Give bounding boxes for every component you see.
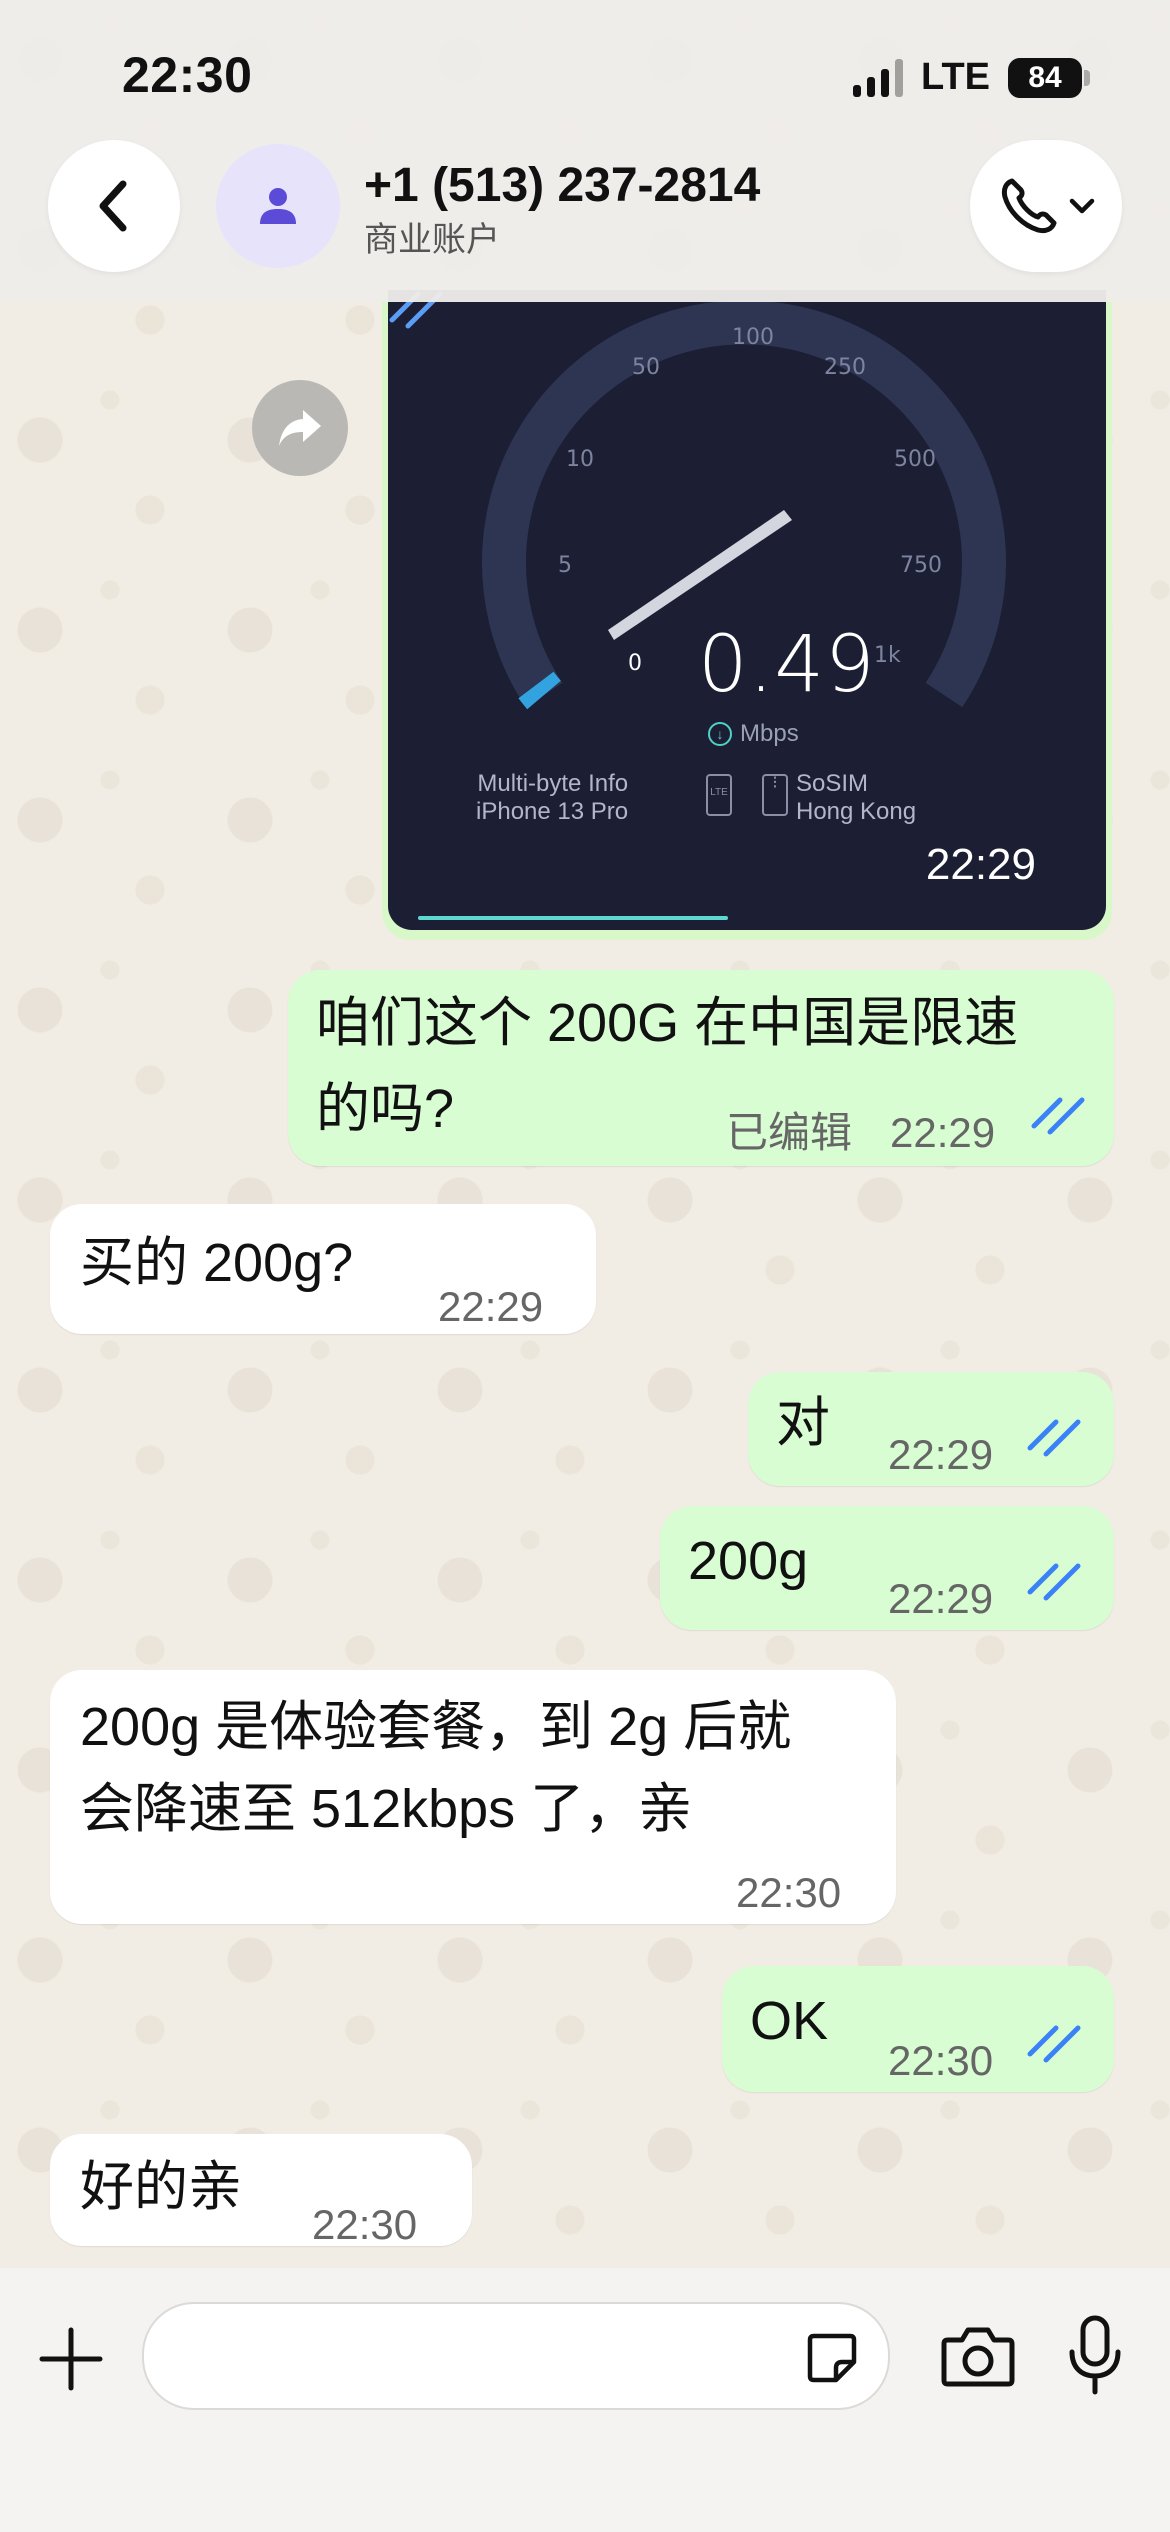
- status-indicators: LTE 84: [853, 56, 1090, 99]
- contact-name[interactable]: +1 (513) 237-2814: [364, 158, 760, 213]
- message-time: 22:30: [736, 1869, 842, 1916]
- message-text: 200g: [688, 1531, 809, 1591]
- message-time: 22:29: [888, 1431, 994, 1478]
- camera-icon[interactable]: [940, 2324, 1016, 2388]
- read-ticks-icon: [1027, 1419, 1081, 1457]
- download-icon: ↓: [708, 722, 732, 746]
- mic-icon[interactable]: [1064, 2314, 1126, 2398]
- device-name: iPhone 13 Pro: [476, 798, 629, 825]
- forward-icon: [279, 410, 321, 446]
- gauge-label-250: 250: [824, 355, 866, 380]
- message-text: 好的亲: [80, 2157, 242, 2217]
- battery-icon: 84: [1008, 57, 1090, 98]
- message-bubble-outgoing[interactable]: 咱们这个 200G 在中国是限速 的吗? 已编辑 22:29: [288, 970, 1114, 1166]
- message-text-line1: 200g 是体验套餐，到 2g 后就: [80, 1697, 792, 1757]
- message-time: 22:29: [888, 1575, 994, 1622]
- image-progress-bar: [418, 916, 728, 920]
- gauge-label-10: 10: [566, 447, 594, 472]
- read-ticks-icon: [1027, 2025, 1081, 2063]
- lte-badge-icon: LTE: [706, 774, 732, 816]
- gauge-label-1k: 1k: [874, 643, 901, 668]
- message-composer: [0, 2268, 1170, 2532]
- read-ticks-icon: [1027, 1563, 1081, 1601]
- server-info: SoSIM Hong Kong: [796, 770, 916, 826]
- message-bubble-outgoing[interactable]: 200g 22:29: [660, 1506, 1114, 1630]
- gauge-label-0: 0: [628, 651, 642, 676]
- message-time: 22:29: [438, 1283, 544, 1330]
- message-input[interactable]: [142, 2302, 890, 2410]
- avatar[interactable]: [216, 144, 340, 268]
- image-message[interactable]: 0 5 10 50 100 250 500 750 1k 0.49 ↓ Mbps…: [382, 290, 1112, 940]
- forward-button[interactable]: [252, 380, 348, 476]
- provider-info: Multi-byte Info iPhone 13 Pro: [476, 770, 628, 826]
- status-time: 22:30: [122, 47, 253, 103]
- message-time: 22:29: [890, 1109, 996, 1156]
- message-time: 22:30: [888, 2037, 994, 2084]
- server-name: SoSIM: [796, 770, 869, 797]
- back-button[interactable]: [48, 140, 180, 272]
- contact-subtitle: 商业账户: [364, 221, 500, 259]
- read-ticks-icon: [1031, 1097, 1085, 1135]
- message-time: 22:29: [925, 840, 1036, 889]
- speed-unit-label: Mbps: [740, 720, 799, 747]
- message-bubble-outgoing[interactable]: OK 22:30: [722, 1966, 1114, 2092]
- speed-value: 0.49: [698, 620, 876, 710]
- gauge-label-500: 500: [894, 447, 936, 472]
- speedtest-screenshot[interactable]: 0 5 10 50 100 250 500 750 1k 0.49 ↓ Mbps…: [388, 290, 1106, 930]
- chevron-down-icon: [1069, 198, 1095, 214]
- speed-gauge: 0 5 10 50 100 250 500 750 1k: [482, 300, 1006, 710]
- server-icon: ⁝: [762, 773, 788, 816]
- gauge-label-50: 50: [632, 355, 660, 380]
- back-icon: [99, 180, 127, 232]
- edited-label: 已编辑: [726, 1109, 853, 1156]
- gauge-label-750: 750: [900, 553, 942, 578]
- message-text-line2: 会降速至 512kbps 了，亲: [80, 1779, 693, 1839]
- message-bubble-incoming[interactable]: 好的亲 22:30: [50, 2134, 472, 2248]
- message-text-line1: 咱们这个 200G 在中国是限速: [316, 993, 1019, 1053]
- server-location: Hong Kong: [796, 798, 917, 825]
- message-text-line2: 的吗?: [316, 1079, 455, 1139]
- plus-icon[interactable]: [36, 2324, 106, 2394]
- gauge-label-5: 5: [558, 553, 572, 578]
- sticker-icon[interactable]: [804, 2330, 860, 2386]
- provider-name: Multi-byte Info: [477, 770, 629, 797]
- message-bubble-incoming[interactable]: 200g 是体验套餐，到 2g 后就 会降速至 512kbps 了，亲 22:3…: [50, 1670, 896, 1924]
- message-bubble-incoming[interactable]: 买的 200g? 22:29: [50, 1204, 596, 1334]
- message-time: 22:30: [312, 2201, 418, 2248]
- network-type: LTE: [921, 56, 990, 98]
- battery-level: 84: [1008, 57, 1082, 98]
- phone-icon: [1001, 178, 1057, 234]
- message-text: 对: [776, 1393, 830, 1453]
- message-text: 买的 200g?: [80, 1233, 354, 1293]
- signal-icon: [853, 58, 904, 97]
- message-bubble-outgoing[interactable]: 对 22:29: [748, 1372, 1114, 1486]
- call-button[interactable]: [970, 140, 1122, 272]
- person-icon: [260, 188, 296, 224]
- message-text: OK: [750, 1991, 829, 2051]
- speed-unit: ↓ Mbps: [708, 720, 799, 748]
- header-bar: 22:30 LTE 84 +1 (513) 237-2814 商业账户: [0, 0, 1170, 302]
- gauge-label-100: 100: [732, 325, 774, 350]
